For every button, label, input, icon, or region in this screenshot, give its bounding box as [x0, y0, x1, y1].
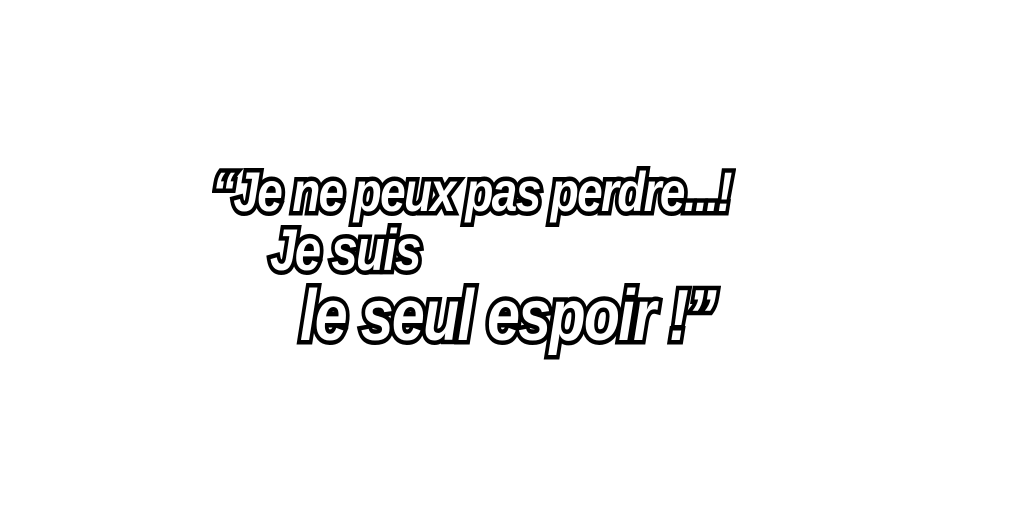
quote-line-2: Je suis [266, 217, 425, 284]
quote-canvas: “Je ne peux pas perdre...! Je suis le se… [0, 0, 1024, 512]
quote-line-3: le seul espoir !” [296, 276, 720, 357]
quote-line-1: “Je ne peux pas perdre...! [208, 159, 736, 224]
